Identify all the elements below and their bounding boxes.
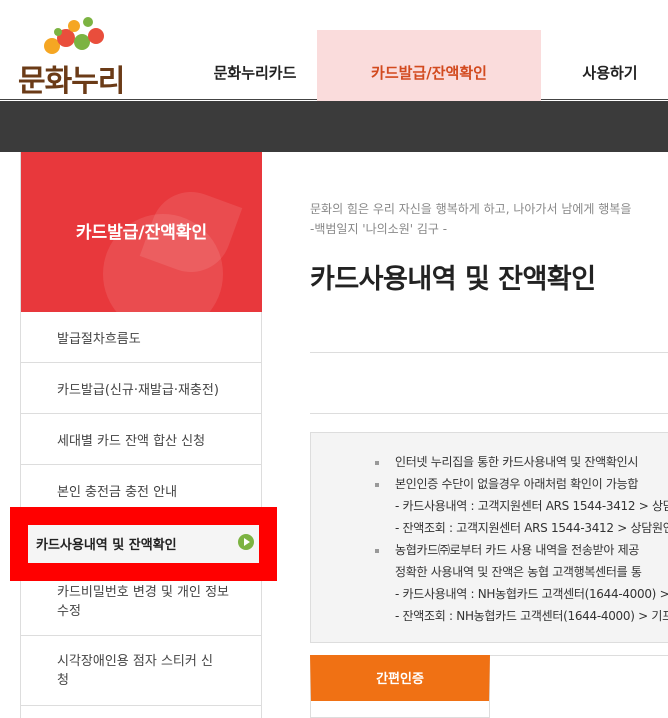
info-line: - 카드사용내역 : NH농협카드 고객센터(1644-4000) > <box>395 587 668 601</box>
sidebar-item-process[interactable]: 발급절차흐름도 <box>21 312 262 363</box>
divider <box>310 352 668 353</box>
info-line: 농협카드㈜로부터 카드 사용 내역을 전송받아 제공 <box>395 543 640 557</box>
bullet <box>375 461 379 465</box>
sidebar-item-label: 시각장애인용 점자 스티커 신청 <box>57 654 213 688</box>
tab-simple-auth-label: 간편인증 <box>376 672 424 687</box>
info-line: - 잔액조회 : 고객지원센터 ARS 1544-3412 > 상담원연 <box>395 521 668 535</box>
sidebar-item-label: 본인 충전금 충전 안내 <box>57 485 178 500</box>
sidebar-item-card-issue[interactable]: 카드발급(신규·재발급·재충전) <box>21 363 262 414</box>
info-line: 본인인증 수단이 없을경우 아래처럼 확인이 가능합 <box>395 477 639 491</box>
info-line: 정확한 사용내역 및 잔액은 농협 고객행복센터를 통 <box>395 565 642 579</box>
quote-text: 문화의 힘은 우리 자신을 행복하게 하고, 나아가서 남에게 행복을 <box>310 202 632 216</box>
divider <box>310 413 668 414</box>
sidebar: 카드발급/잔액확인 발급절차흐름도 카드발급(신규·재발급·재충전) 세대별 카… <box>20 152 262 718</box>
sidebar-item-braille-sticker[interactable]: 시각장애인용 점자 스티커 신청 <box>21 636 262 706</box>
page-title: 카드사용내역 및 잔액확인 <box>310 264 596 295</box>
site-header: 문화누리 문화누리카드 카드발급/잔액확인 사용하기 <box>0 0 668 114</box>
sidebar-hero: 카드발급/잔액확인 <box>21 152 262 312</box>
info-box: 인터넷 누리집을 통한 카드사용내역 및 잔액확인시 본인인증 수단이 없을경우… <box>310 432 668 643</box>
sidebar-item-label: 발급절차흐름도 <box>57 332 141 347</box>
quote-author: -백범일지 '나의소원' 김구 - <box>310 222 448 236</box>
sidebar-item-label: 세대별 카드 잔액 합산 신청 <box>57 434 206 449</box>
info-line: - 카드사용내역 : 고객지원센터 ARS 1544-3412 > 상담 <box>395 499 668 513</box>
sidebar-title: 카드발급/잔액확인 <box>75 223 208 243</box>
sidebar-item-label: 카드비밀번호 변경 및 개인 정보수정 <box>57 585 230 619</box>
logo-text: 문화누리 <box>18 64 125 99</box>
sidebar-item-usage-balance[interactable]: 카드사용내역 및 잔액확인 <box>36 534 177 553</box>
quote: 문화의 힘은 우리 자신을 행복하게 하고, 나아가서 남에게 행복을 -백범일… <box>310 199 631 239</box>
arrow-right-icon <box>238 534 254 550</box>
logo-emblem-icon <box>44 17 104 54</box>
sidebar-item-household-balance[interactable]: 세대별 카드 잔액 합산 신청 <box>21 414 262 465</box>
bullet <box>375 483 379 487</box>
submenu-band <box>0 101 668 152</box>
info-line: 인터넷 누리집을 통한 카드사용내역 및 잔액확인시 <box>395 455 639 469</box>
site-logo[interactable]: 문화누리 <box>18 14 138 99</box>
info-line: - 잔액조회 : NH농협카드 고객센터(1644-4000) > 기프 <box>395 609 668 623</box>
bullet <box>375 549 379 553</box>
sidebar-item-label: 카드발급(신규·재발급·재충전) <box>57 383 219 398</box>
